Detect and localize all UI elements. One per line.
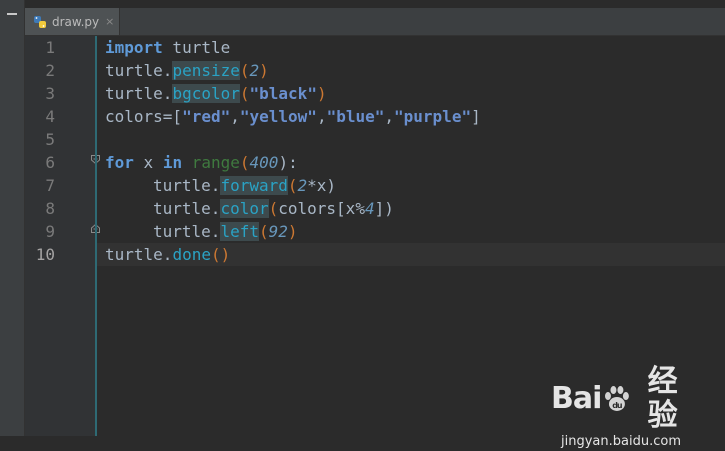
paren: ) (259, 61, 269, 80)
string-literal: "red" (182, 107, 231, 126)
line-number: 4 (45, 107, 55, 126)
paw-icon: du (605, 386, 630, 411)
line-number: 10 (35, 245, 55, 264)
code-text: turtle. (153, 176, 221, 195)
string-literal: "blue" (326, 107, 385, 126)
number-literal: 4 (364, 199, 375, 218)
code-text: turtle (162, 38, 231, 57)
line-number: 2 (45, 61, 55, 80)
code-text: turtle. (105, 61, 173, 80)
code-line-9: turtle.left(92) (105, 220, 298, 243)
logo-text-right: 经验 (647, 364, 678, 433)
function-name: done (172, 245, 211, 264)
paren: ( (239, 61, 250, 80)
code-text: turtle. (153, 199, 221, 218)
code-text: ] (471, 107, 481, 126)
paren: () (210, 245, 231, 264)
string-literal: "purple" (394, 107, 472, 126)
line-number: 1 (45, 38, 55, 57)
keyword-in: in (162, 153, 183, 172)
paren: ) (316, 84, 327, 103)
close-icon[interactable]: × (105, 15, 114, 28)
comma: , (230, 107, 240, 126)
paren: ): (278, 153, 298, 172)
code-text: colors[x% (278, 199, 365, 218)
function-name: left (220, 222, 259, 241)
line-number-gutter: 1 2 3 4 5 6 7 8 9 10 (25, 36, 100, 436)
svg-text:du: du (613, 401, 623, 410)
tool-strip (0, 0, 25, 436)
number-literal: 92 (268, 222, 288, 241)
paren: ( (239, 153, 250, 172)
string-literal: "yellow" (239, 107, 317, 126)
code-line-7: turtle.forward(2*x) (105, 174, 336, 197)
baidu-logo: Bai du 经验 (551, 365, 691, 433)
paren: ( (239, 84, 250, 103)
line-number: 3 (45, 84, 55, 103)
function-name: color (220, 199, 269, 218)
line-number: 9 (45, 222, 55, 241)
keyword-import: import (105, 38, 163, 57)
logo-text-left: Bai (551, 381, 602, 416)
code-text: x (133, 153, 163, 172)
baidu-jingyan-watermark: Bai du 经验 jingyan.baidu.com (551, 365, 691, 450)
function-name: bgcolor (172, 84, 240, 103)
code-line-6: for x in range(400): (105, 151, 298, 174)
function-name: pensize (172, 61, 240, 80)
line-number: 8 (45, 199, 55, 218)
number-literal: 2 (249, 61, 260, 80)
code-line-1: import turtle (105, 36, 230, 59)
line-number: 5 (45, 130, 55, 149)
code-line-3: turtle.bgcolor("black") (105, 82, 327, 105)
paren: ( (268, 199, 279, 218)
code-line-4: colors=["red","yellow","blue","purple"] (105, 105, 481, 128)
builtin-range: range (191, 153, 240, 172)
number-literal: 400 (249, 153, 279, 172)
line-number: 7 (45, 176, 55, 195)
paren: ) (287, 222, 298, 241)
line-number: 6 (45, 153, 55, 172)
code-text: colors=[ (105, 107, 183, 126)
paren: ( (258, 222, 269, 241)
code-text: turtle. (105, 84, 173, 103)
code-line-2: turtle.pensize(2) (105, 59, 269, 82)
comma: , (384, 107, 395, 126)
function-name: forward (220, 176, 288, 195)
python-file-icon (34, 15, 46, 28)
tab-draw-py[interactable]: draw.py × (25, 8, 120, 35)
code-text: turtle. (105, 245, 173, 264)
tab-filename: draw.py (52, 14, 100, 29)
code-text: turtle. (153, 222, 221, 241)
code-text: *x) (307, 176, 337, 195)
minus-icon[interactable] (4, 6, 20, 22)
string-literal: "black" (249, 84, 317, 103)
code-line-10: turtle.done() (105, 243, 230, 266)
comma: , (316, 107, 327, 126)
code-text: ]) (374, 199, 394, 218)
editor-tab-bar: draw.py × (25, 8, 725, 36)
keyword-for: for (105, 153, 134, 172)
code-line-8: turtle.color(colors[x%4]) (105, 197, 394, 220)
number-literal: 2 (297, 176, 308, 195)
paren: ( (287, 176, 298, 195)
